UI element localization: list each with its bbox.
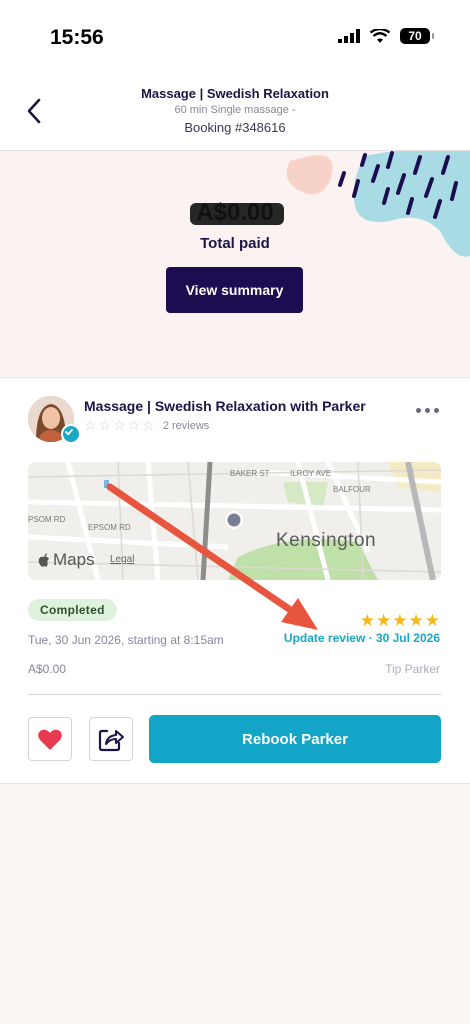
star-icon: ★ xyxy=(424,611,440,630)
service-title: Massage | Swedish Relaxation with Parker xyxy=(84,398,366,414)
page-subtitle: 60 min Single massage - xyxy=(174,104,296,116)
booking-date: Tue, 30 Jun 2026, starting at 8:15am xyxy=(28,633,224,647)
svg-text:BALFOUR: BALFOUR xyxy=(333,485,371,494)
map-legal-link[interactable]: Legal xyxy=(110,554,134,565)
rebook-button[interactable]: Rebook Parker xyxy=(149,715,441,763)
svg-text:PSOM RD: PSOM RD xyxy=(28,515,66,524)
empty-star-icon: ☆ xyxy=(98,417,112,433)
svg-text:ILROY AVE: ILROY AVE xyxy=(290,469,331,478)
share-button[interactable] xyxy=(89,717,133,761)
empty-star-icon: ☆ xyxy=(127,417,141,433)
maps-logo: Maps xyxy=(38,550,95,570)
wifi-icon xyxy=(370,28,390,43)
empty-star-icon: ☆ xyxy=(142,417,155,433)
map-area-label: Kensington xyxy=(276,530,377,551)
booking-number: Booking #348616 xyxy=(184,120,286,135)
total-paid-label: Total paid xyxy=(200,235,270,252)
verified-badge-icon xyxy=(61,424,81,444)
payment-summary-section: A$0.00 Total paid View summary xyxy=(0,151,470,376)
battery-indicator: 70 xyxy=(400,28,434,44)
therapist-rating: ☆ ☆ ☆ ☆ ☆ 2 reviews xyxy=(84,417,209,434)
empty-star-icon: ☆ xyxy=(113,417,126,433)
svg-text:BAKER ST: BAKER ST xyxy=(230,469,270,478)
star-icon: ★ xyxy=(392,611,408,630)
more-options-icon[interactable] xyxy=(416,408,439,413)
booking-amount: A$0.00 xyxy=(28,662,67,676)
page-title: Massage | Swedish Relaxation xyxy=(141,86,329,101)
signal-icon xyxy=(338,29,360,43)
star-icon: ★ xyxy=(376,611,392,630)
divider xyxy=(28,694,441,695)
share-icon xyxy=(98,729,124,752)
star-icon: ★ xyxy=(359,611,375,630)
svg-text:EPSOM RD: EPSOM RD xyxy=(88,523,131,532)
update-review-link[interactable]: Update review · 30 Jul 2026 xyxy=(284,631,440,645)
star-icon: ★ xyxy=(408,611,424,630)
navigation-header: Massage | Swedish Relaxation 60 min Sing… xyxy=(0,76,470,151)
review-count[interactable]: 2 reviews xyxy=(163,420,209,432)
maps-label: Maps xyxy=(53,550,95,569)
status-icons: 70 xyxy=(338,28,434,44)
review-rating-stars: ★ ★ ★ ★ ★ xyxy=(360,611,440,631)
heart-icon xyxy=(38,729,62,750)
status-time: 15:56 xyxy=(50,26,104,49)
apple-logo-icon xyxy=(38,553,49,567)
status-bar: 15:56 70 xyxy=(0,0,470,76)
price-value: A$0.00 xyxy=(196,199,274,226)
view-summary-button[interactable]: View summary xyxy=(166,267,303,313)
location-map[interactable]: PSOM RD EPSOM RD BAKER ST ILROY AVE BALF… xyxy=(28,462,441,580)
status-badge: Completed xyxy=(28,599,117,621)
favorite-button[interactable] xyxy=(28,717,72,761)
tip-link[interactable]: Tip Parker xyxy=(385,662,440,676)
total-price: A$0.00 xyxy=(0,199,470,227)
empty-star-icon: ☆ xyxy=(84,417,97,433)
booking-card: Massage | Swedish Relaxation with Parker… xyxy=(0,377,470,784)
